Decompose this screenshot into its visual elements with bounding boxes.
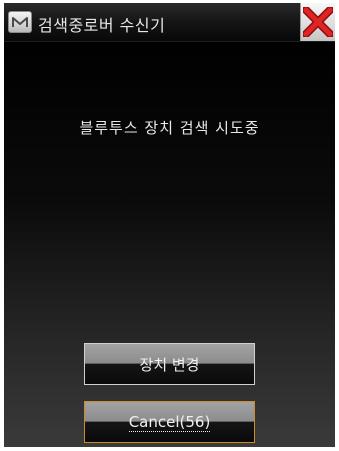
title-bar: 검색중로버 수신기: [4, 3, 335, 42]
cancel-button[interactable]: Cancel(56): [84, 401, 255, 443]
close-x-icon: [303, 7, 333, 37]
app-logo-icon[interactable]: [8, 11, 32, 33]
change-device-button[interactable]: 장치 변경: [84, 343, 255, 385]
close-button[interactable]: [300, 3, 335, 41]
window-title: 검색중로버 수신기: [38, 16, 166, 35]
search-status-message: 블루투스 장치 검색 시도중: [79, 119, 260, 137]
cancel-button-label: Cancel(56): [128, 412, 211, 432]
m-logo-icon: [12, 17, 28, 27]
receiver-search-window: 검색중로버 수신기 블루투스 장치 검색 시도중 장치 변경 Cancel(56…: [4, 3, 335, 447]
